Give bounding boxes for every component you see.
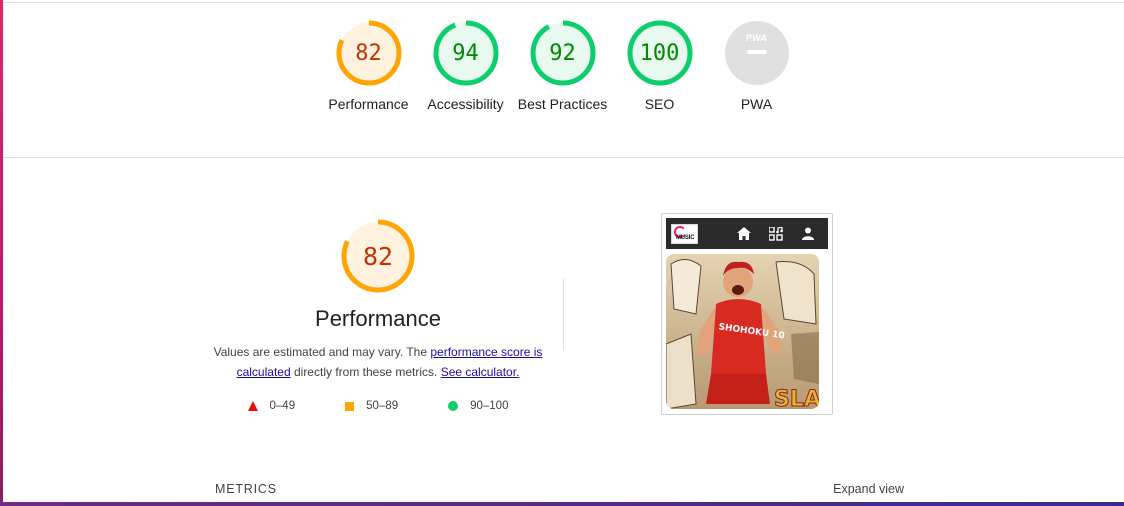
gauge-ring: 94 (433, 20, 499, 86)
gauge-performance[interactable]: 82 Performance (320, 20, 417, 114)
pwa-icon: PWA (724, 21, 789, 85)
page-screenshot[interactable]: MUSIC SHOHOKU 10 SLA (661, 213, 833, 415)
pwa-badge: PWA (724, 20, 790, 86)
top-divider (3, 2, 1124, 3)
user-icon (798, 224, 818, 244)
gauge-score: 92 (549, 40, 576, 66)
performance-title: Performance (315, 306, 441, 331)
gauge-label: PWA (740, 96, 773, 112)
triangle-icon (247, 401, 258, 411)
gauge-ring: 100 (627, 20, 693, 86)
gauge-pwa[interactable]: PWA PWA (708, 20, 805, 114)
performance-section: 82 Performance Values are estimated and … (200, 218, 556, 412)
home-icon (734, 224, 754, 244)
performance-description: Values are estimated and may vary. The p… (213, 345, 543, 379)
screenshot-navbar: MUSIC (666, 218, 828, 249)
hero-image: SHOHOKU 10 SLA (666, 254, 819, 409)
gauge-label: Best Practices (517, 96, 608, 112)
legend-pass: 90–100 (448, 400, 508, 412)
see-calculator-link[interactable]: See calculator. (441, 365, 520, 379)
score-legend: 0–49 50–89 90–100 (223, 400, 534, 412)
gauge-best-practices[interactable]: 92 Best Practices (514, 20, 611, 114)
gauge-score: 94 (452, 40, 479, 66)
gauge-ring: 82 (336, 20, 402, 86)
gauge-label: SEO (644, 96, 675, 112)
vertical-divider (563, 278, 564, 350)
metrics-header: METRICS Expand view (200, 482, 904, 496)
gauge-ring: 92 (530, 20, 596, 86)
square-icon (345, 401, 355, 411)
svg-text:SLA: SLA (774, 387, 819, 409)
performance-score: 82 (362, 241, 394, 271)
expand-view-button[interactable]: Expand view (833, 482, 904, 496)
gauge-score: 82 (355, 40, 382, 66)
gauge-label: Performance (328, 96, 409, 112)
gauge-score: 100 (639, 40, 680, 66)
window-bottom-frame (0, 502, 1124, 506)
music-logo: MUSIC (671, 223, 698, 244)
scores-summary: 82 Performance 94 Accessibility 92 Best … (320, 20, 805, 114)
performance-gauge: 82 (340, 218, 416, 294)
section-divider (3, 157, 1124, 158)
circle-icon (448, 401, 459, 411)
legend-fail: 0–49 (247, 400, 295, 412)
metrics-label: METRICS (215, 482, 277, 496)
gauge-label: Accessibility (427, 96, 504, 112)
gauge-seo[interactable]: 100 SEO (611, 20, 708, 114)
gauge-accessibility[interactable]: 94 Accessibility (417, 20, 514, 114)
music-grid-icon (766, 224, 786, 244)
legend-average: 50–89 (345, 400, 398, 412)
window-left-accent (0, 0, 3, 506)
